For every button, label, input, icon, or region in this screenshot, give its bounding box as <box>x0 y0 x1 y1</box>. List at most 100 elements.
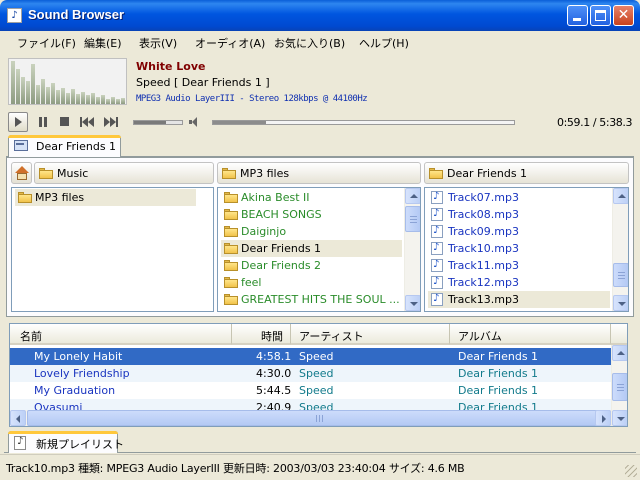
column-header-artist[interactable]: アーティスト <box>291 324 450 345</box>
scroll-down-button[interactable] <box>612 410 627 426</box>
column-header-album[interactable]: アルバム <box>450 324 611 345</box>
cell-artist: Speed <box>299 384 334 397</box>
scroll-thumb[interactable] <box>613 263 628 287</box>
path-button-col3[interactable]: Dear Friends 1 <box>424 162 629 184</box>
spectrum-bar <box>101 95 105 104</box>
spectrum-bar <box>21 77 25 104</box>
seek-bar[interactable] <box>212 120 515 125</box>
tab-new-playlist[interactable]: ♪ 新規プレイリスト <box>8 431 124 453</box>
menu-audio[interactable]: オーディオ(A) <box>195 35 265 51</box>
list-item-label: MP3 files <box>35 191 85 204</box>
list-item[interactable]: Dear Friends 2 <box>221 257 402 274</box>
menu-help[interactable]: ヘルプ(H) <box>359 35 409 51</box>
close-icon: ✕ <box>617 7 630 23</box>
cell-name: Lovely Friendship <box>34 367 130 380</box>
list-item[interactable]: Dear Friends 1 <box>221 240 402 257</box>
play-button[interactable] <box>8 112 28 132</box>
tab-dear-friends[interactable]: Dear Friends 1 <box>8 135 121 158</box>
spectrum-bar <box>51 83 55 104</box>
spectrum-visualizer <box>8 58 127 105</box>
spectrum-bar <box>56 90 60 104</box>
path-label: MP3 files <box>240 167 290 180</box>
browser-icon <box>14 140 28 153</box>
scroll-thumb[interactable] <box>27 410 611 426</box>
list-item[interactable]: ♪ Track08.mp3 <box>428 206 610 223</box>
list-item[interactable]: ♪ Track09.mp3 <box>428 223 610 240</box>
scroll-thumb[interactable] <box>405 206 420 232</box>
menu-favorites[interactable]: お気に入り(B) <box>274 35 345 51</box>
folder-icon <box>224 226 238 237</box>
audio-file-icon: ♪ <box>431 242 443 255</box>
scroll-up-button[interactable] <box>613 188 628 204</box>
home-button[interactable] <box>11 162 32 184</box>
volume-slider[interactable] <box>133 120 183 125</box>
maximize-button[interactable] <box>590 5 611 26</box>
folder-icon <box>39 168 53 179</box>
path-button-col2[interactable]: MP3 files <box>217 162 421 184</box>
cell-album: Dear Friends 1 <box>458 350 539 363</box>
path-button-col1[interactable]: Music <box>34 162 214 184</box>
spectrum-bar <box>41 79 45 104</box>
list-item[interactable]: ♪ Track12.mp3 <box>428 274 610 291</box>
column-header-time[interactable]: 時間 <box>232 324 291 345</box>
list-item[interactable]: BEACH SONGS <box>221 206 402 223</box>
list-item[interactable]: MP3 files <box>15 189 196 206</box>
spectrum-bar <box>16 69 20 104</box>
minimize-button[interactable] <box>567 5 588 26</box>
vertical-scrollbar[interactable] <box>611 345 627 426</box>
resize-grip[interactable] <box>625 465 637 477</box>
scroll-down-button[interactable] <box>405 295 420 311</box>
file-list-col3[interactable]: ♪ Track07.mp3 ♪ Track08.mp3 ♪ Track09.mp3 ♪ Tra… <box>424 187 629 312</box>
close-button[interactable]: ✕ <box>613 5 634 26</box>
cell-artist: Speed <box>299 367 334 380</box>
pause-button[interactable] <box>33 112 53 132</box>
scroll-up-button[interactable] <box>405 188 420 204</box>
folder-list-col2[interactable]: Akina Best II BEACH SONGS Daiginjo Dear Fri… <box>217 187 421 312</box>
scroll-thumb[interactable] <box>612 373 627 401</box>
folder-icon <box>18 192 32 203</box>
title-bar[interactable]: ♪ Sound Browser ✕ <box>0 0 640 31</box>
scroll-left-button[interactable] <box>10 410 26 426</box>
table-row[interactable]: My Graduation 5:44.5 Speed Dear Friends 1 <box>10 382 611 399</box>
scroll-up-button[interactable] <box>612 345 627 361</box>
menu-view[interactable]: 表示(V) <box>139 35 177 51</box>
list-item[interactable]: ♪ Track11.mp3 <box>428 257 610 274</box>
spectrum-bar <box>31 64 35 104</box>
previous-button[interactable] <box>78 112 98 132</box>
minimize-icon <box>573 18 581 21</box>
horizontal-scrollbar[interactable] <box>10 410 611 426</box>
playlist-icon: ♪ <box>14 436 28 450</box>
now-playing-format: MPEG3 Audio LayerIII - Stereo 128kbps @ … <box>136 94 368 104</box>
vertical-scrollbar[interactable] <box>404 188 420 311</box>
list-item[interactable]: ♪ Track07.mp3 <box>428 189 610 206</box>
list-item[interactable]: Daiginjo <box>221 223 402 240</box>
list-item-label: Track08.mp3 <box>448 208 519 221</box>
next-button[interactable] <box>102 112 122 132</box>
scroll-down-button[interactable] <box>613 295 628 311</box>
list-item[interactable]: Akina Best II <box>221 189 402 206</box>
folder-list-col1[interactable]: MP3 files <box>11 187 214 312</box>
column-header-name[interactable]: 名前 <box>10 324 232 345</box>
table-row[interactable]: My Lonely Habit 4:58.1 Speed Dear Friends 1 <box>10 348 611 365</box>
cell-name: My Graduation <box>34 384 116 397</box>
menu-edit[interactable]: 編集(E) <box>84 35 122 51</box>
tab-label: 新規プレイリスト <box>36 438 124 451</box>
menu-file[interactable]: ファイル(F) <box>17 35 76 51</box>
list-item-label: Track07.mp3 <box>448 191 519 204</box>
list-item-label: Track11.mp3 <box>448 259 519 272</box>
spectrum-bar <box>106 99 110 104</box>
speaker-icon[interactable] <box>188 116 200 128</box>
audio-file-icon: ♪ <box>431 276 443 289</box>
table-row[interactable]: Lovely Friendship 4:30.0 Speed Dear Friends… <box>10 365 611 382</box>
list-item[interactable]: GREATEST HITS THE SOUL ... <box>221 291 402 308</box>
spectrum-bar <box>86 95 90 104</box>
list-item-label: Track09.mp3 <box>448 225 519 238</box>
stop-button[interactable] <box>55 112 75 132</box>
list-item[interactable]: feel <box>221 274 402 291</box>
playlist-table[interactable]: 名前 時間 アーティスト アルバム My Lonely Habit 4:58.1 S… <box>9 323 628 427</box>
list-item-label: Daiginjo <box>241 225 287 238</box>
list-item[interactable]: ♪ Track13.mp3 <box>428 291 610 308</box>
vertical-scrollbar[interactable] <box>612 188 628 311</box>
list-item[interactable]: ♪ Track10.mp3 <box>428 240 610 257</box>
scroll-right-button[interactable] <box>595 410 611 426</box>
